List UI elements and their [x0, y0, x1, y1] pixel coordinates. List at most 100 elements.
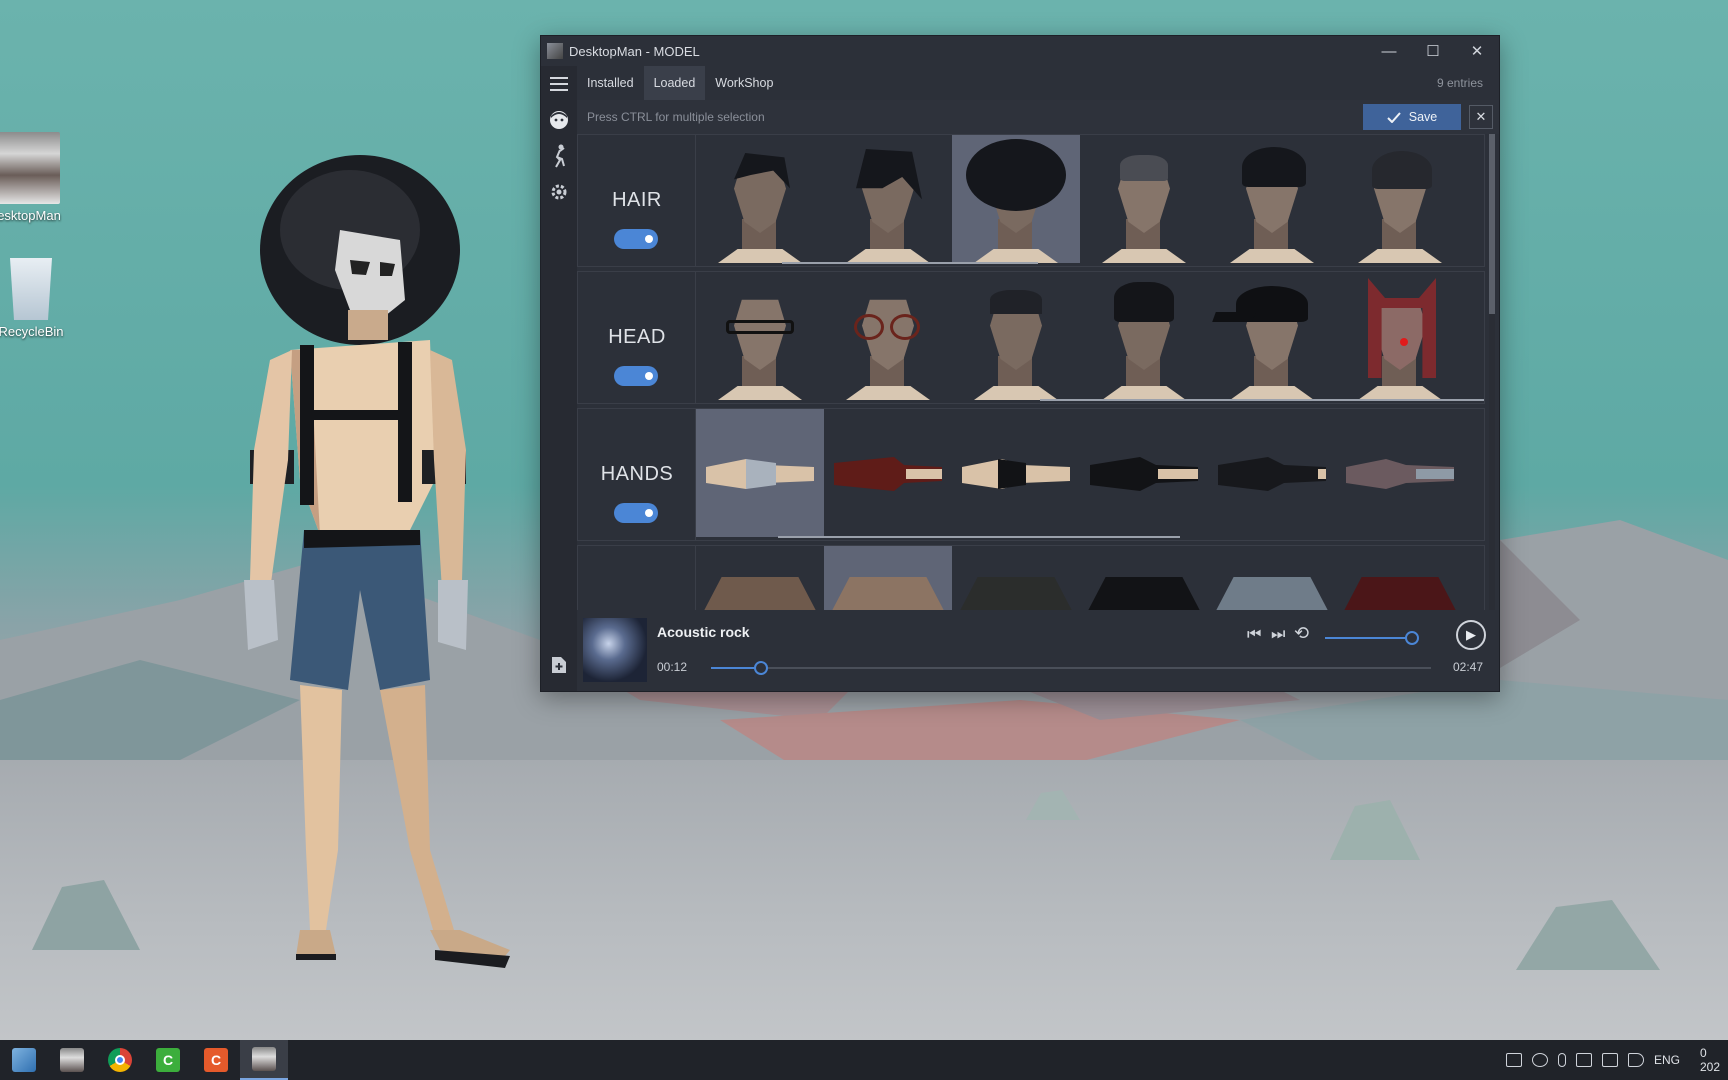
- item-strip: [696, 135, 1484, 266]
- microphone-icon[interactable]: [1557, 1053, 1566, 1067]
- body-item[interactable]: [1336, 546, 1464, 610]
- hair-item[interactable]: [1080, 135, 1208, 263]
- entries-count: 9 entries: [1436, 76, 1483, 90]
- maximize-button[interactable]: ☐: [1411, 36, 1455, 66]
- horizontal-scroll-indicator[interactable]: [778, 536, 1180, 538]
- previous-track-icon[interactable]: ⏮: [1247, 626, 1261, 644]
- taskbar-app[interactable]: [48, 1040, 96, 1080]
- vertical-scrollbar[interactable]: [1489, 134, 1495, 610]
- taskbar: C C ENG 0 202: [0, 1040, 1728, 1080]
- recycle-bin-icon: [10, 258, 52, 320]
- play-button[interactable]: ▶: [1456, 620, 1486, 650]
- face-icon[interactable]: [541, 102, 577, 138]
- check-icon: [1387, 111, 1401, 123]
- seek-knob[interactable]: [754, 661, 769, 675]
- taskbar-app[interactable]: [96, 1040, 144, 1080]
- window-title: DesktopMan - MODEL: [569, 43, 700, 59]
- volume-knob[interactable]: [1405, 631, 1419, 645]
- head-item[interactable]: [952, 272, 1080, 400]
- taskbar-app[interactable]: C: [144, 1040, 192, 1080]
- desktopman-character[interactable]: [230, 150, 570, 1050]
- hair-item[interactable]: [1336, 135, 1464, 263]
- minimize-button[interactable]: —: [1367, 36, 1411, 66]
- scrollbar-thumb[interactable]: [1489, 134, 1495, 314]
- volume-slider[interactable]: [1325, 637, 1413, 639]
- item-strip: [696, 546, 1484, 610]
- hair-item[interactable]: [1208, 135, 1336, 263]
- category-toggle[interactable]: [614, 366, 658, 386]
- category-label-area: HEAD: [578, 272, 696, 403]
- next-track-icon[interactable]: ⏭: [1271, 626, 1285, 644]
- body-item[interactable]: [952, 546, 1080, 610]
- system-tray: ENG 0 202: [1505, 1046, 1728, 1074]
- selection-toolbar: Press CTRL for multiple selection Save ✕: [577, 100, 1499, 134]
- desktopman-app-icon: [0, 132, 60, 204]
- hands-item[interactable]: [824, 409, 952, 537]
- taskbar-app-active[interactable]: [240, 1040, 288, 1080]
- head-item[interactable]: [1208, 272, 1336, 400]
- hands-item[interactable]: [696, 409, 824, 537]
- body-item[interactable]: [696, 546, 824, 610]
- clock[interactable]: 0 202: [1700, 1046, 1720, 1074]
- album-art: [583, 618, 647, 682]
- category-toggle[interactable]: [614, 503, 658, 523]
- head-item[interactable]: [1080, 272, 1208, 400]
- hands-item[interactable]: [1336, 409, 1464, 537]
- desktopman-tray-icon[interactable]: [1505, 1053, 1522, 1067]
- body-item[interactable]: [1080, 546, 1208, 610]
- language-indicator[interactable]: ENG: [1654, 1053, 1680, 1067]
- desktopman-app-icon: [60, 1048, 84, 1072]
- hands-item[interactable]: [952, 409, 1080, 537]
- taskbar-app[interactable]: [0, 1040, 48, 1080]
- category-title: HAIR: [612, 189, 662, 211]
- category-row-head: HEAD: [577, 271, 1485, 404]
- hair-item[interactable]: [952, 135, 1080, 263]
- save-label: Save: [1408, 110, 1438, 124]
- duration-time: 02:47: [1453, 660, 1484, 674]
- horizontal-scroll-indicator[interactable]: [782, 262, 1038, 264]
- head-item[interactable]: [1336, 272, 1464, 400]
- body-item[interactable]: [824, 546, 952, 610]
- volume-icon[interactable]: [1627, 1053, 1644, 1067]
- tab-installed[interactable]: Installed: [577, 66, 644, 100]
- hands-item[interactable]: [1080, 409, 1208, 537]
- hair-item[interactable]: [824, 135, 952, 263]
- hands-item[interactable]: [1208, 409, 1336, 537]
- category-list: HAIR HEAD HANDS: [577, 134, 1485, 610]
- category-label-area: HAIR: [578, 135, 696, 266]
- menu-icon[interactable]: [541, 66, 577, 102]
- tab-workshop[interactable]: WorkShop: [705, 66, 783, 100]
- horizontal-scroll-indicator[interactable]: [1040, 399, 1484, 401]
- app-logo-icon: [547, 43, 563, 59]
- tab-bar: Installed Loaded WorkShop 9 entries: [577, 66, 1499, 100]
- chrome-icon: [108, 1048, 132, 1072]
- category-toggle[interactable]: [614, 229, 658, 249]
- desktopman-app-icon: [252, 1047, 276, 1071]
- head-item[interactable]: [696, 272, 824, 400]
- tab-loaded[interactable]: Loaded: [643, 66, 706, 100]
- shield-icon[interactable]: [1575, 1053, 1592, 1067]
- gear-icon[interactable]: [541, 174, 577, 210]
- steam-icon[interactable]: [1531, 1053, 1548, 1067]
- repeat-icon[interactable]: ⟲: [1294, 623, 1309, 644]
- category-title: HANDS: [600, 463, 674, 485]
- close-panel-button[interactable]: ✕: [1469, 105, 1493, 129]
- desktop-icon-recycle-bin[interactable]: RecycleBin: [0, 258, 66, 339]
- camtasia-orange-icon: C: [204, 1048, 228, 1072]
- selection-hint: Press CTRL for multiple selection: [587, 110, 765, 124]
- dance-icon[interactable]: [541, 138, 577, 174]
- network-icon[interactable]: [1601, 1053, 1618, 1067]
- desktop-icon-label: RecycleBin: [0, 324, 64, 339]
- save-button[interactable]: Save: [1363, 104, 1461, 130]
- title-bar[interactable]: DesktopMan - MODEL — ☐ ✕: [541, 36, 1499, 66]
- taskbar-app[interactable]: C: [192, 1040, 240, 1080]
- tablet-icon: [12, 1048, 36, 1072]
- body-item[interactable]: [1208, 546, 1336, 610]
- seek-bar[interactable]: [711, 667, 1431, 669]
- hair-item[interactable]: [696, 135, 824, 263]
- head-item[interactable]: [824, 272, 952, 400]
- add-file-icon[interactable]: [541, 647, 577, 683]
- category-label-area: [578, 546, 696, 610]
- close-button[interactable]: ✕: [1455, 36, 1499, 66]
- desktop-icon-desktopman[interactable]: esktopMan: [0, 132, 64, 223]
